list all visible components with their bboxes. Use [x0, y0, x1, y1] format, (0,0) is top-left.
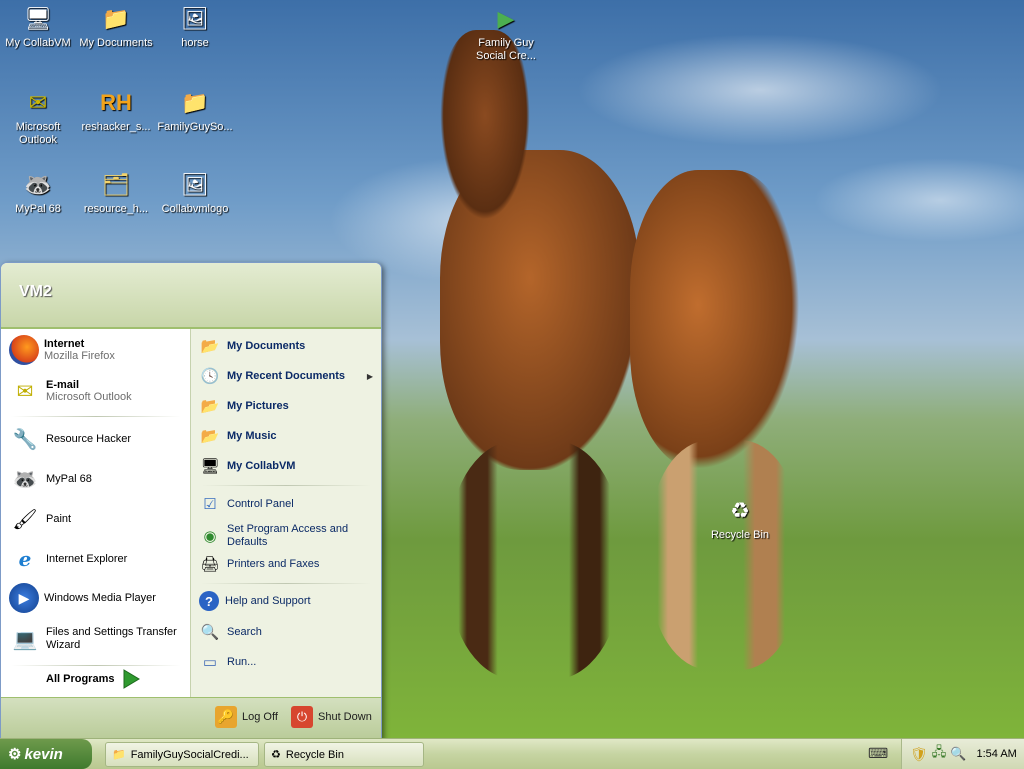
- separator: [201, 583, 371, 584]
- desktop-icon-family-guy[interactable]: ▶ Family Guy Social Cre...: [468, 2, 544, 63]
- separator: [11, 665, 181, 666]
- desktop-icon-reshacker[interactable]: RH reshacker_s...: [78, 86, 154, 134]
- transfer-wizard-icon: 💻: [12, 628, 38, 651]
- control-panel-icon: ☑: [203, 496, 217, 513]
- start-menu: VM2 Internet Mozilla Firefox ✉ E-mail Mi…: [0, 262, 382, 740]
- taskbar-button-recycle-bin[interactable]: ♻ Recycle Bin: [264, 742, 424, 767]
- search[interactable]: 🔍 Search: [199, 621, 377, 643]
- my-documents-icon: 📂: [200, 338, 220, 355]
- power-icon: ⏻: [291, 706, 313, 728]
- image-file-icon: 🖼: [181, 171, 209, 197]
- my-documents-icon: 📁: [102, 5, 130, 31]
- mypal-icon: 🦝: [12, 468, 38, 491]
- clock: 1:54 AM: [976, 748, 1017, 760]
- start-menu-right-pane: 📂 My Documents 🕓 My Recent Documents ▶ 📂…: [190, 329, 381, 697]
- keyboard-icon[interactable]: ⌨: [868, 745, 888, 762]
- mypal-icon: 🦝: [24, 171, 52, 197]
- firefox-icon: [9, 335, 39, 365]
- place-my-recent-documents[interactable]: 🕓 My Recent Documents ▶: [199, 365, 377, 387]
- run[interactable]: ▭ Run...: [199, 651, 377, 673]
- recent-documents-icon: 🕓: [200, 368, 220, 385]
- submenu-arrow-icon: ▶: [366, 371, 373, 381]
- computer-icon: 🖥: [24, 5, 52, 31]
- reshacker-icon: RH: [100, 89, 132, 115]
- shortcut-media-icon: ▶: [497, 5, 515, 31]
- zip-folder-icon: 🗂: [102, 171, 130, 197]
- desktop-icon-mypal[interactable]: 🦝 MyPal 68: [0, 168, 76, 216]
- ie-icon: e: [18, 547, 32, 571]
- search-tray-icon[interactable]: 🔍: [950, 746, 966, 762]
- image-file-icon: 🖼: [181, 5, 209, 31]
- place-my-music[interactable]: 📂 My Music: [199, 425, 377, 447]
- folder-icon: 📁: [181, 89, 209, 115]
- set-program-access[interactable]: ◉ Set Program Access and Defaults: [199, 523, 377, 549]
- paint-icon: 🖌: [12, 508, 38, 531]
- taskbar-button-familyguy[interactable]: 📁 FamilyGuySocialCredi...: [105, 742, 259, 767]
- network-icon[interactable]: 🖧: [932, 743, 947, 765]
- system-tray: 🛡 🖧 🔍 1:54 AM: [901, 739, 1024, 769]
- desktop-icon-recycle-bin[interactable]: ♻ Recycle Bin: [702, 494, 778, 542]
- resource-hacker-icon: 🔧: [12, 428, 38, 451]
- taskbar: ⚙ kevin 📁 FamilyGuySocialCredi... ♻ Recy…: [0, 738, 1024, 769]
- program-access-icon: ◉: [203, 528, 217, 545]
- recent-internet-explorer[interactable]: e Internet Explorer: [9, 543, 187, 575]
- desktop-icon-familyguy-folder[interactable]: 📁 FamilyGuySo...: [157, 86, 233, 134]
- log-off-button[interactable]: 🔑 Log Off: [215, 706, 278, 728]
- desktop-icon-my-documents[interactable]: 📁 My Documents: [78, 2, 154, 50]
- folder-icon: 📁: [112, 749, 126, 761]
- place-my-pictures[interactable]: 📂 My Pictures: [199, 395, 377, 417]
- separator: [11, 416, 181, 417]
- desktop-icon-outlook[interactable]: ✉ Microsoft Outlook: [0, 86, 76, 147]
- help-icon: ?: [199, 591, 219, 611]
- desktop-icon-horse[interactable]: 🖼 horse: [157, 2, 233, 50]
- start-menu-left-pane: Internet Mozilla Firefox ✉ E-mail Micros…: [1, 329, 190, 697]
- recent-media-player[interactable]: ▶ Windows Media Player: [9, 583, 187, 613]
- start-menu-footer: 🔑 Log Off ⏻ Shut Down: [1, 697, 381, 739]
- all-programs-button[interactable]: All Programs: [46, 669, 141, 689]
- run-icon: ▭: [202, 654, 218, 671]
- printer-icon: 🖨: [200, 556, 220, 573]
- wallpaper-foal: [630, 170, 800, 470]
- desktop-icon-collabvmlogo[interactable]: 🖼 Collabvmlogo: [157, 168, 233, 216]
- user-name: VM2: [19, 283, 52, 300]
- control-panel[interactable]: ☑ Control Panel: [199, 493, 377, 515]
- start-menu-header: VM2: [1, 263, 381, 329]
- my-music-icon: 📂: [200, 428, 220, 445]
- recent-mypal[interactable]: 🦝 MyPal 68: [9, 463, 187, 495]
- outlook-icon: ✉: [16, 380, 34, 403]
- desktop-icon-my-collabvm[interactable]: 🖥 My CollabVM: [0, 2, 76, 50]
- search-icon: 🔍: [200, 624, 220, 641]
- my-pictures-icon: 📂: [200, 398, 220, 415]
- place-my-documents[interactable]: 📂 My Documents: [199, 335, 377, 357]
- key-icon: 🔑: [215, 706, 237, 728]
- recent-resource-hacker[interactable]: 🔧 Resource Hacker: [9, 423, 187, 455]
- recycle-bin-icon: ♻: [730, 497, 750, 523]
- start-button[interactable]: ⚙ kevin: [0, 739, 92, 769]
- separator: [201, 485, 371, 486]
- computer-icon: 🖥: [200, 458, 220, 475]
- recent-paint[interactable]: 🖌 Paint: [9, 503, 187, 535]
- pinned-internet[interactable]: Internet Mozilla Firefox: [9, 335, 187, 365]
- recycle-bin-icon: ♻: [271, 749, 281, 761]
- outlook-icon: ✉: [28, 89, 48, 115]
- wallpaper-foal-legs: [650, 440, 800, 670]
- recent-transfer-wizard[interactable]: 💻 Files and Settings Transfer Wizard: [9, 623, 187, 655]
- desktop-icon-resource-h[interactable]: 🗂 resource_h...: [78, 168, 154, 216]
- printers-and-faxes[interactable]: 🖨 Printers and Faxes: [199, 553, 377, 575]
- place-my-collabvm[interactable]: 🖥 My CollabVM: [199, 455, 377, 477]
- help-and-support[interactable]: ? Help and Support: [199, 591, 377, 611]
- arrow-right-icon: [123, 669, 141, 689]
- wallpaper-horse-legs: [450, 440, 620, 680]
- media-player-icon: ▶: [9, 583, 39, 613]
- pinned-email[interactable]: ✉ E-mail Microsoft Outlook: [9, 375, 187, 407]
- security-shield-icon[interactable]: 🛡: [910, 746, 928, 763]
- shut-down-button[interactable]: ⏻ Shut Down: [291, 706, 372, 728]
- windows-logo-icon: ⚙: [8, 746, 22, 763]
